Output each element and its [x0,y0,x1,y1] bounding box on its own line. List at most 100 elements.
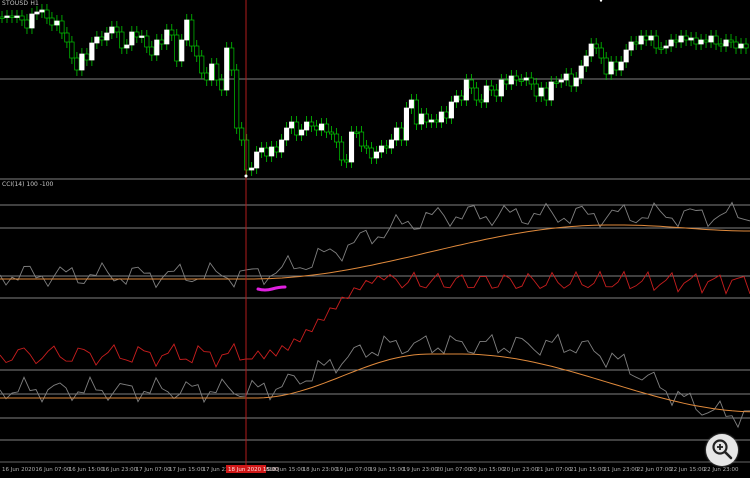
candle-body [598,47,604,59]
candle-body [528,77,534,85]
candle-body [633,41,639,45]
candle-body [578,65,584,79]
candle-body [373,151,380,159]
candle-body [743,43,749,49]
candle-body [463,79,469,101]
time-axis-tick-label: 21 Jun 23:00 [603,467,638,473]
candle-body [533,83,539,97]
candle-body [154,39,160,56]
candle-body [89,42,95,61]
candle-body [563,73,569,81]
candle-body [249,167,255,171]
candle-body [458,95,464,101]
candle-body [24,19,30,29]
candle-body [553,81,559,84]
candle-body [144,35,150,48]
candle-body [398,127,405,141]
candle-body [728,39,734,43]
candle-body [224,47,230,91]
candle-body [738,43,744,49]
time-axis-tick-label: 17 Jun 07:00 [136,467,171,473]
candle-body [94,36,100,44]
candle-body [19,15,25,21]
candle-body [343,159,350,163]
chart-canvas[interactable]: 16 Jun 2020 16 Jun 07:0016 Jun 15:0016 Ju… [0,0,750,478]
candle-body [608,61,614,75]
candle-body [49,17,55,26]
candle-body [433,119,439,123]
candle-body [623,49,629,63]
candle-body [194,45,200,57]
candle-body [613,61,619,71]
candle-body [39,9,45,13]
candle-body [733,41,739,49]
candle-body [124,44,130,49]
time-axis-tick-label: 20 Jun 23:00 [503,467,538,473]
candle-body [693,37,699,45]
candle-body [244,139,250,171]
magenta-annotation-stroke[interactable] [256,285,287,292]
candle-body [79,53,85,71]
candle-body [14,15,20,18]
time-axis-tick-label: 16 Jun 07:00 [35,467,70,473]
time-axis-tick-label: 22 Jun 15:00 [670,467,705,473]
candle-body [588,43,594,57]
candle-body [423,113,429,123]
candle-body [443,111,449,119]
time-axis-tick-label: 19 Jun 23:00 [403,467,438,473]
candle-body [179,39,185,62]
cci-upper-gray-line [0,201,750,289]
candle-body [99,36,105,41]
candle-body [204,72,210,81]
candle-body [114,26,120,33]
candle-body [488,85,494,91]
candle-body [348,131,355,163]
candle-body [334,133,340,143]
candle-body [403,107,410,141]
candle-body [603,57,609,75]
candle-body [329,131,335,135]
top-right-dot [599,0,603,2]
time-axis-tick-label: 21 Jun 15:00 [570,467,605,473]
candle-body [453,95,459,103]
time-axis-tick-label: 19 Jun 15:00 [370,467,405,473]
candle-body [593,43,599,49]
candle-body [468,79,474,89]
candle-body [59,20,65,34]
chart-window[interactable]: 16 Jun 2020 16 Jun 07:00 16 Jun 15:00 16 Ju… [0,0,750,478]
candle-body [84,53,90,61]
candle-body [199,55,205,74]
candle-body [583,55,589,67]
zoom-magnifier-icon [712,439,733,460]
candle-body [643,35,649,41]
candle-body [363,145,370,149]
candle-body [418,113,424,125]
cci-lower-gray-line [0,333,750,429]
time-axis-tick-label: 16 Jun 15:00 [69,467,104,473]
candle-body [44,9,50,19]
candle-body [29,13,35,29]
time-axis-tick-label: 22 Jun 07:00 [637,467,672,473]
candle-body [648,35,654,41]
candle-body [618,61,624,71]
time-axis-tick-label: 20 Jun 07:00 [436,467,471,473]
candle-body [314,125,320,131]
candle-body [294,121,300,136]
candle-body [229,47,235,71]
indicator-series [0,201,750,429]
candle-body [264,147,270,157]
candle-body [628,41,634,51]
candle-body [299,129,305,136]
highlight-time-label: 18 Jun 2020 15:00 [228,467,279,473]
candle-body [129,31,135,46]
candle-body [503,79,509,85]
zoom-button[interactable] [706,434,738,466]
candle-body [214,63,220,81]
cci-upper-ma-line [0,224,750,280]
symbol-label: STOUSD H1 [2,0,40,7]
candle-body [279,139,285,153]
candle-body [493,89,499,97]
candle-body [4,15,10,18]
candle-body [319,123,325,131]
candle-body [678,35,684,43]
